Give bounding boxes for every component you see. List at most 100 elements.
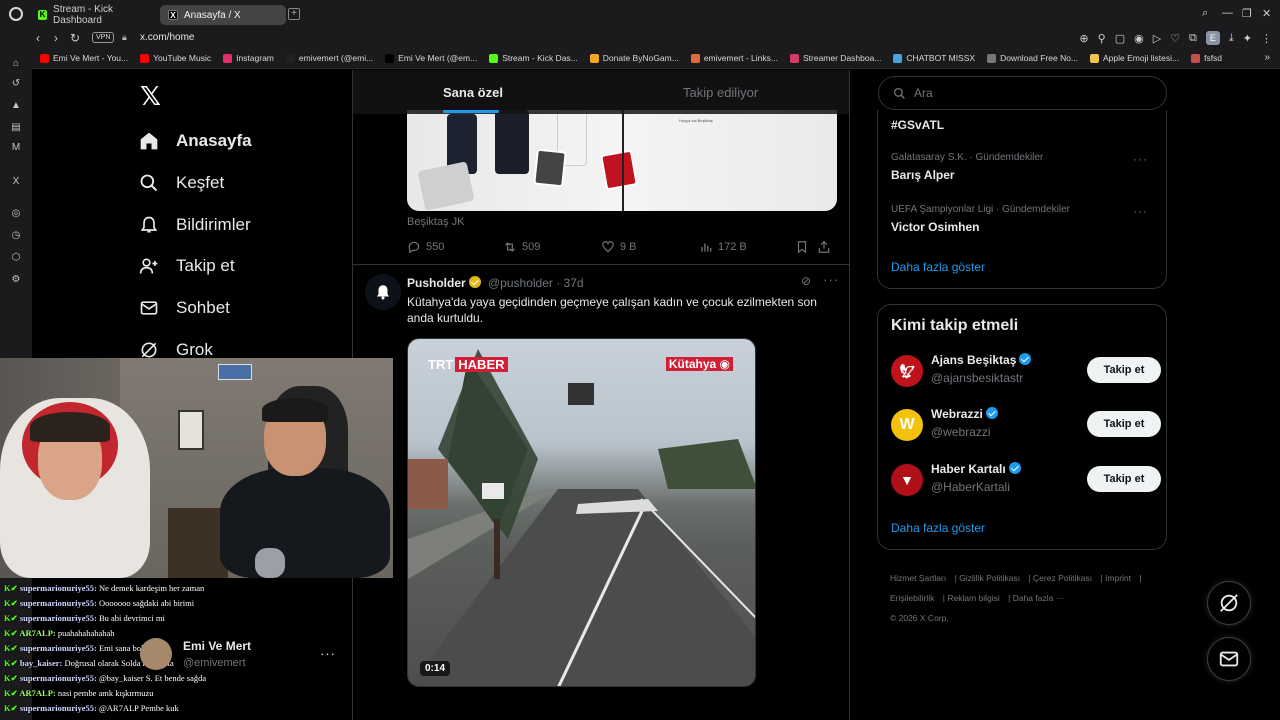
follow-suggestion[interactable]: 🦅︎ Ajans Beşiktaş @ajansbesiktastr Takip…	[891, 351, 1161, 395]
back-button[interactable]: ‹	[36, 31, 40, 45]
nav-explore[interactable]: Keşfet	[138, 172, 224, 194]
post[interactable]: Pusholder @pusholder · 37d ⊘ ··· Kütahya…	[353, 266, 849, 720]
author-name[interactable]: Pusholder	[407, 276, 481, 290]
close-window-button[interactable]: ✕	[1262, 7, 1271, 20]
bookmark-item[interactable]: Emi Ve Mert (@em...	[379, 53, 483, 63]
bookmarks-overflow-icon[interactable]: »	[1264, 52, 1270, 63]
url-field[interactable]: x.com/home	[140, 32, 194, 43]
snapshot-icon[interactable]: ▢	[1115, 32, 1125, 45]
aria-icon[interactable]: ▲	[10, 100, 22, 112]
trend-more-icon[interactable]: ···	[1133, 204, 1148, 218]
clock-icon[interactable]: ◷	[10, 230, 22, 242]
history-icon[interactable]: ↺	[10, 78, 22, 90]
bookmark-item[interactable]: emivemert (@emi...	[280, 53, 379, 63]
tab-x-home[interactable]: X Anasayfa / X	[160, 5, 286, 25]
nav-messages[interactable]: Sohbet	[138, 297, 230, 319]
footer-link[interactable]: Reklam bilgisi	[947, 593, 999, 603]
trend-item[interactable]: Victor Osimhen	[891, 220, 979, 234]
post-image[interactable]: Hoşça kal Beşiktaş	[407, 110, 837, 211]
bookmark-button[interactable]	[795, 240, 817, 254]
who-to-follow-show-more-link[interactable]: Daha fazla göster	[891, 521, 985, 535]
footer-link[interactable]: Gizlilik Politikası	[959, 573, 1020, 583]
bookmark-item[interactable]: Download Free No...	[981, 53, 1084, 63]
account-name[interactable]: Ajans Beşiktaş	[931, 353, 1032, 367]
avatar[interactable]: 🦅︎	[891, 355, 923, 387]
profile-icon[interactable]: E	[1205, 31, 1220, 45]
account-switcher[interactable]: Emi Ve Mert @emivemert ···	[140, 636, 340, 676]
nav-notifications[interactable]: Bildirimler	[138, 214, 251, 236]
trend-item[interactable]: Barış Alper	[891, 168, 955, 182]
play-icon[interactable]: ▷	[1153, 32, 1161, 45]
menu-icon[interactable]: ⋮	[1261, 32, 1272, 45]
bookmark-item[interactable]: Apple Emoji listesi...	[1084, 53, 1185, 63]
avatar[interactable]	[365, 274, 401, 310]
heart-icon[interactable]: ♡	[1170, 32, 1180, 45]
minimize-button[interactable]: —	[1222, 7, 1233, 19]
follow-button[interactable]: Takip et	[1087, 411, 1161, 437]
nav-home[interactable]: Anasayfa	[138, 130, 252, 152]
trend-more-icon[interactable]: ···	[1133, 152, 1148, 166]
trend-item[interactable]: #GSvATL	[891, 118, 944, 132]
avatar[interactable]: W	[891, 409, 923, 441]
opera-logo-icon[interactable]	[9, 7, 23, 21]
settings-icon[interactable]: ⚙	[10, 274, 22, 286]
grok-fab-button[interactable]	[1207, 581, 1251, 625]
post-source[interactable]: Beşiktaş JK	[407, 216, 464, 228]
follow-button[interactable]: Takip et	[1087, 466, 1161, 492]
x-logo-icon[interactable]: 𝕏	[140, 82, 161, 112]
share-button[interactable]	[817, 240, 833, 254]
author-handle[interactable]: @pusholder · 37d	[488, 276, 584, 290]
account-name[interactable]: Haber Kartalı	[931, 462, 1021, 476]
video-player[interactable]: TRT HABER Kütahya ◉ 0:14	[407, 338, 756, 687]
bookmark-item[interactable]: Stream - Kick Das...	[483, 53, 584, 63]
vpn-badge[interactable]: VPN	[92, 32, 115, 43]
extension-icon[interactable]: ⬡	[10, 252, 22, 264]
tab-kick-dashboard[interactable]: K Stream - Kick Dashboard	[30, 4, 154, 26]
bookmark-item[interactable]: emivemert - Links...	[685, 53, 784, 63]
more-options-icon[interactable]: ···	[320, 646, 336, 661]
trends-show-more-link[interactable]: Daha fazla göster	[891, 260, 985, 274]
music-icon[interactable]: ◎	[10, 208, 22, 220]
like-button[interactable]: 9 B	[601, 240, 699, 254]
ai-icon[interactable]: ✦	[1243, 32, 1252, 45]
home-icon[interactable]: ⌂	[10, 58, 22, 70]
extensions-icon[interactable]: ⧉	[1189, 32, 1197, 45]
footer-link[interactable]: Daha fazla ···	[1013, 593, 1065, 603]
grok-icon[interactable]: ⊘	[801, 274, 811, 288]
footer-link[interactable]: Çerez Politikası	[1033, 573, 1092, 583]
follow-suggestion[interactable]: W Webrazzi @webrazzi Takip et	[891, 405, 1161, 449]
bookmark-item[interactable]: Donate ByNoGam...	[584, 53, 685, 63]
messages-fab-button[interactable]	[1207, 637, 1251, 681]
reload-button[interactable]: ↻	[70, 31, 80, 45]
bookmark-item[interactable]: Instagram	[217, 53, 280, 63]
footer-link[interactable]: Hizmet Şartları	[890, 573, 946, 583]
lock-icon[interactable]: 🔒︎	[122, 32, 127, 43]
follow-button[interactable]: Takip et	[1087, 357, 1161, 383]
messenger-icon[interactable]: M	[10, 142, 22, 154]
reply-button[interactable]: 550	[407, 240, 503, 254]
bookmarks-icon[interactable]: ▤	[10, 122, 22, 134]
zoom-icon[interactable]: ⊕	[1079, 32, 1088, 45]
nav-follow[interactable]: Takip et	[138, 255, 235, 277]
tab-for-you[interactable]: Sana özel	[443, 85, 503, 100]
avatar[interactable]: ▼	[891, 464, 923, 496]
footer-link[interactable]: Imprint	[1105, 573, 1131, 583]
footer-link[interactable]: Erişilebilirlik	[890, 593, 934, 603]
search-tabs-icon[interactable]: ⌕	[1202, 7, 1208, 20]
avatar[interactable]	[140, 638, 172, 670]
new-tab-button[interactable]: +	[288, 8, 300, 20]
eye-icon[interactable]: ◉	[1134, 32, 1144, 45]
bookmark-item[interactable]: YouTube Music	[134, 53, 217, 63]
pin-icon[interactable]: ⚲	[1098, 32, 1106, 45]
download-icon[interactable]: ⤓	[1229, 32, 1234, 45]
forward-button[interactable]: ›	[54, 31, 58, 45]
more-options-icon[interactable]: ···	[823, 272, 839, 287]
maximize-button[interactable]: ❐	[1242, 7, 1252, 20]
bookmark-item[interactable]: Streamer Dashboa...	[784, 53, 887, 63]
views-button[interactable]: 172 B	[699, 240, 795, 254]
follow-suggestion[interactable]: ▼ Haber Kartalı @HaberKartali Takip et	[891, 460, 1161, 504]
x-sidebar-icon[interactable]: X	[10, 176, 22, 188]
repost-button[interactable]: 509	[503, 240, 601, 254]
account-name[interactable]: Webrazzi	[931, 407, 998, 421]
search-input[interactable]: Ara	[878, 76, 1167, 110]
